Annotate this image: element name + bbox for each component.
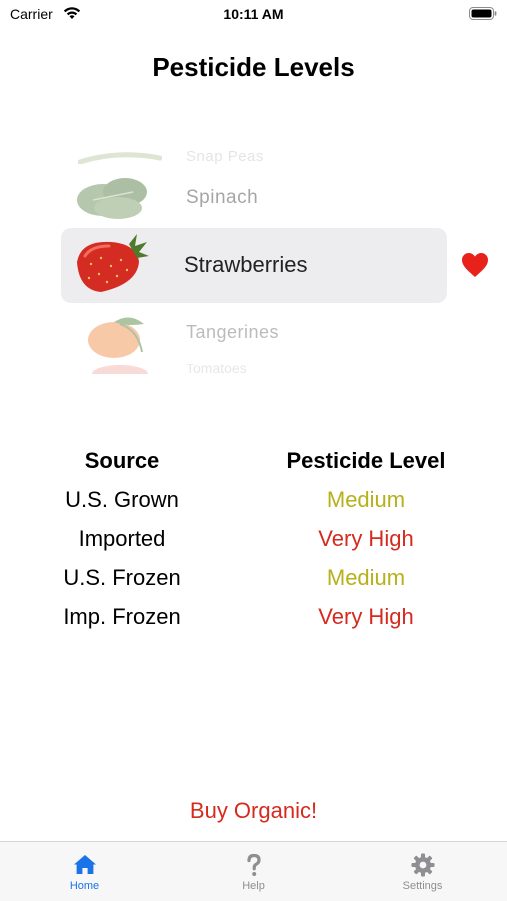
picker-row-tangerines[interactable]: Tangerines (0, 306, 507, 362)
level-header: Pesticide Level (286, 448, 446, 473)
picker-item-label: Strawberries (184, 252, 308, 277)
picker-row-tomatoes[interactable]: Tomatoes (0, 364, 507, 374)
tab-label: Home (69, 880, 100, 892)
clock: 10:11 AM (223, 6, 284, 22)
level-cell: Very High (318, 526, 414, 551)
picker-item-label: Tomatoes (186, 364, 247, 374)
source-cell: U.S. Frozen (63, 565, 181, 590)
gear-icon (411, 853, 434, 877)
level-column: Pesticide Level Medium Very High Medium … (266, 446, 466, 641)
level-cell: Medium (326, 487, 406, 512)
level-cell: Medium (326, 565, 406, 590)
tab-help[interactable]: Help (169, 842, 338, 901)
question-mark-icon (246, 853, 261, 876)
source-header: Source (84, 448, 160, 473)
tab-home[interactable]: Home (0, 842, 169, 901)
tomato-image (92, 365, 148, 374)
picker-item-label: Spinach (186, 187, 259, 208)
tab-bar: Home Help Settings (0, 841, 507, 901)
source-cell: Imp. Frozen (63, 604, 181, 629)
tab-label: Settings (402, 880, 443, 892)
snap-peas-image (78, 152, 162, 164)
tab-label: Help (242, 880, 265, 892)
spinach-image (77, 178, 147, 219)
tangerine-image (88, 317, 144, 358)
source-column: Source U.S. Grown Imported U.S. Frozen I… (22, 446, 222, 641)
status-bar: Carrier 10:11 AM (0, 0, 507, 30)
buy-organic-message: Buy Organic! (189, 798, 318, 823)
picker-item-label: Tangerines (186, 322, 280, 342)
picker-item-label: Snap Peas (186, 150, 264, 164)
produce-picker[interactable]: Snap Peas Spinach Strawberries Tangerine… (0, 150, 507, 375)
picker-row-snap-peas[interactable]: Snap Peas (0, 150, 507, 164)
strawberry-image (77, 234, 149, 292)
page-title: Pesticide Levels (152, 52, 355, 82)
house-icon (73, 855, 96, 874)
level-cell: Very High (318, 604, 414, 629)
source-cell: Imported (78, 526, 166, 551)
source-cell: U.S. Grown (65, 487, 179, 512)
tab-settings[interactable]: Settings (338, 842, 507, 901)
picker-row-spinach[interactable]: Spinach (0, 166, 507, 226)
picker-row-strawberries[interactable]: Strawberries (61, 228, 447, 303)
battery-icon (469, 7, 497, 20)
heart-icon[interactable] (461, 252, 489, 278)
